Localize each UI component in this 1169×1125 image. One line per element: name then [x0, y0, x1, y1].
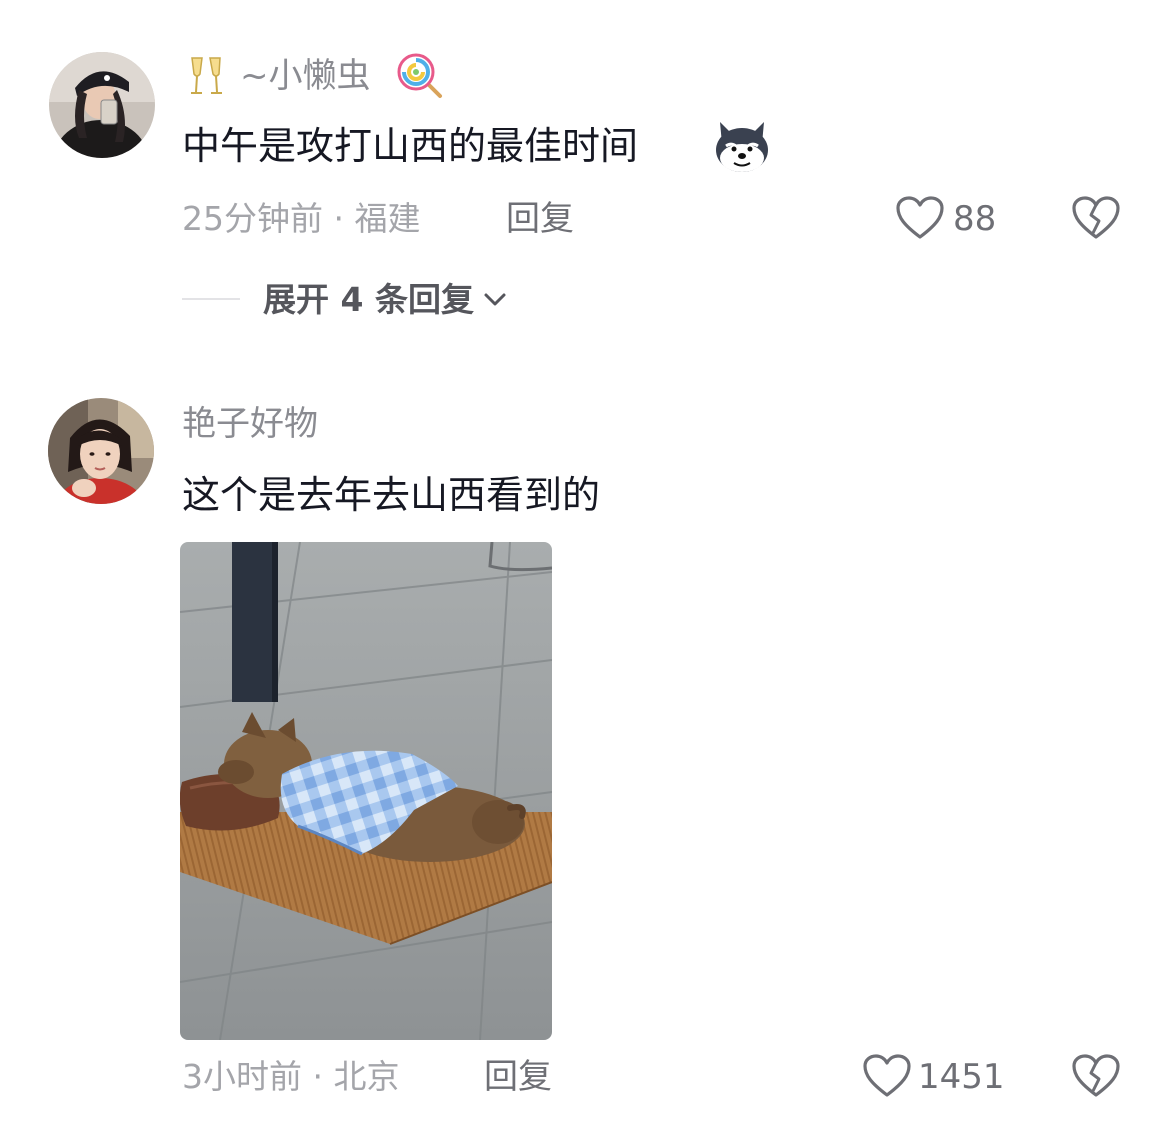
comment-time: 3小时前	[182, 1057, 302, 1096]
comment-text: 这个是去年去山西看到的	[182, 473, 601, 517]
husky-dog-face-icon	[712, 116, 772, 180]
heart-icon	[896, 196, 944, 239]
expand-replies-label: 展开 4 条回复	[263, 280, 474, 319]
reply-button[interactable]: 回复	[484, 1055, 552, 1099]
avatar[interactable]	[49, 52, 155, 158]
dislike-button[interactable]	[1071, 1053, 1121, 1103]
broken-heart-icon	[1072, 1054, 1120, 1097]
meta-separator: ·	[333, 199, 345, 238]
broken-heart-icon	[1072, 196, 1120, 239]
dog-sleeping-photo	[180, 542, 552, 1040]
like-button[interactable]	[895, 195, 945, 245]
like-button[interactable]	[862, 1053, 912, 1103]
comment-location: 福建	[354, 199, 421, 238]
comment-location: 北京	[333, 1057, 400, 1096]
divider-line	[182, 298, 240, 300]
lollipop-icon	[396, 52, 446, 104]
comment-text: 中午是攻打山西的最佳时间	[182, 124, 639, 168]
expand-replies-button[interactable]: 展开 4 条回复	[263, 278, 508, 322]
like-count: 88	[953, 199, 997, 239]
champagne-glasses-icon	[186, 54, 228, 102]
comment-meta: 3小时前 · 北京	[182, 1055, 400, 1099]
dislike-button[interactable]	[1071, 195, 1121, 245]
chevron-down-icon	[484, 293, 506, 306]
heart-icon	[863, 1054, 911, 1097]
username[interactable]: 艳子好物	[182, 402, 318, 446]
meta-separator: ·	[312, 1057, 324, 1096]
like-count: 1451	[918, 1057, 1005, 1097]
comment-photo[interactable]	[180, 542, 552, 1040]
reply-button[interactable]: 回复	[506, 197, 574, 241]
username[interactable]: ~小懒虫	[240, 54, 371, 98]
comment-meta: 25分钟前 · 福建	[182, 197, 421, 241]
comment-time: 25分钟前	[182, 199, 323, 238]
avatar[interactable]	[48, 398, 154, 504]
